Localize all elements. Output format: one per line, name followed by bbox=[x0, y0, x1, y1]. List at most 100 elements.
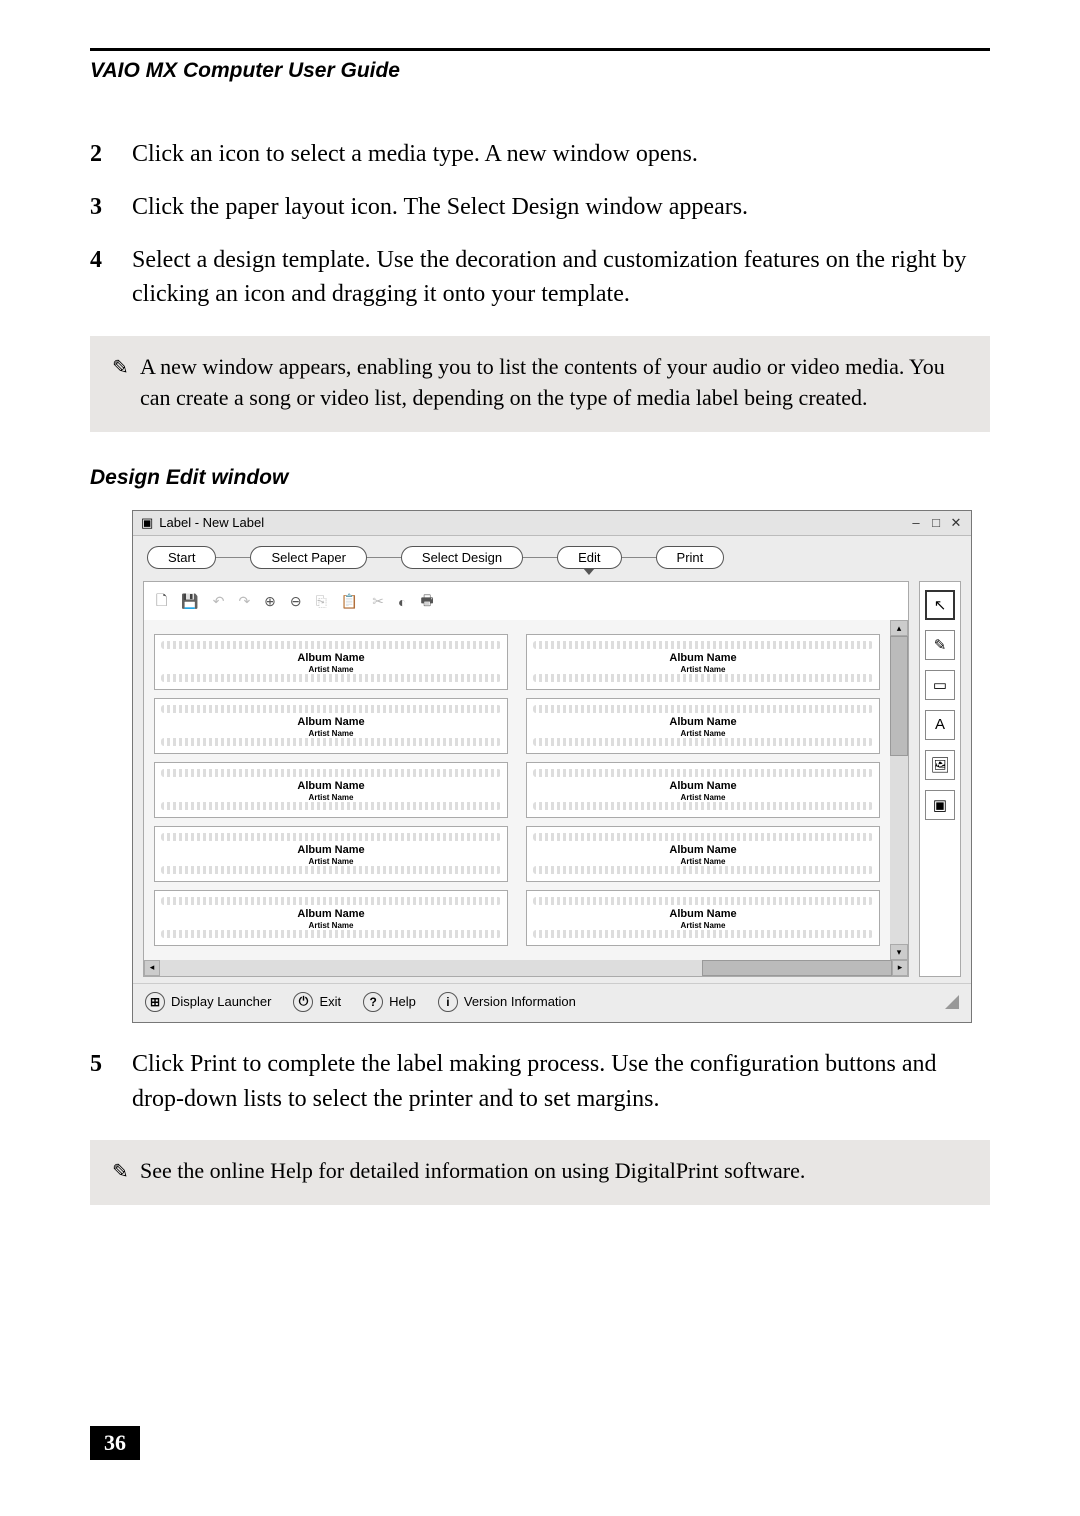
step-print[interactable]: Print bbox=[656, 546, 725, 569]
card-title: Album Name bbox=[533, 716, 873, 728]
card-title: Album Name bbox=[533, 844, 873, 856]
card-title: Album Name bbox=[533, 652, 873, 664]
card-subtitle: Artist Name bbox=[533, 857, 873, 866]
step-num: 3 bbox=[90, 190, 132, 225]
stamp-tool[interactable]: ▣ bbox=[925, 790, 955, 820]
decoration-icon bbox=[161, 674, 501, 682]
paste-icon[interactable]: 📋 bbox=[341, 593, 358, 610]
decoration-icon bbox=[161, 769, 501, 777]
note-icon: ✎ bbox=[112, 1156, 140, 1187]
print-icon[interactable]: 🖶 bbox=[420, 590, 433, 614]
step-start[interactable]: Start bbox=[147, 546, 216, 569]
step-num: 4 bbox=[90, 243, 132, 313]
zoom-in-icon[interactable]: ⊕ bbox=[264, 593, 276, 610]
vertical-scrollbar[interactable]: ▴ ▾ bbox=[890, 620, 908, 960]
window-footer: ⊞ Display Launcher ⏻ Exit ? Help i Versi… bbox=[133, 983, 971, 1022]
label-template-card[interactable]: Album NameArtist Name bbox=[526, 826, 880, 882]
wizard-steps: Start Select Paper Select Design Edit Pr… bbox=[133, 536, 971, 581]
display-launcher-button[interactable]: ⊞ Display Launcher bbox=[145, 992, 271, 1012]
label-template-card[interactable]: Album NameArtist Name bbox=[154, 890, 508, 946]
label-template-card[interactable]: Album NameArtist Name bbox=[526, 890, 880, 946]
pen-tool[interactable]: ✎ bbox=[925, 630, 955, 660]
undo-icon[interactable]: ↶ bbox=[213, 593, 225, 610]
minimize-button[interactable]: – bbox=[909, 515, 923, 531]
scroll-thumb[interactable] bbox=[890, 636, 908, 756]
card-subtitle: Artist Name bbox=[161, 729, 501, 738]
tool-palette: ↖ ✎ ▭ A 🖼 ▣ bbox=[919, 581, 961, 977]
app-icon: ▣ bbox=[141, 515, 153, 531]
copy-icon[interactable]: ⎘ bbox=[316, 593, 327, 610]
scroll-thumb[interactable] bbox=[702, 960, 892, 976]
decoration-icon bbox=[533, 930, 873, 938]
image-tool[interactable]: 🖼 bbox=[925, 750, 955, 780]
window-titlebar: ▣ Label - New Label – □ ✕ bbox=[133, 511, 971, 536]
exit-icon: ⏻ bbox=[293, 992, 313, 1012]
label-template-card[interactable]: Album NameArtist Name bbox=[154, 826, 508, 882]
window-title: Label - New Label bbox=[159, 515, 264, 530]
design-canvas[interactable]: Album NameArtist NameAlbum NameArtist Na… bbox=[144, 620, 890, 960]
version-label: Version Information bbox=[464, 994, 576, 1009]
resize-grip-icon[interactable] bbox=[945, 995, 959, 1009]
version-info-button[interactable]: i Version Information bbox=[438, 992, 576, 1012]
decoration-icon bbox=[161, 897, 501, 905]
canvas-panel: 🗋 💾 ↶ ↷ ⊕ ⊖ ⎘ 📋 ✂ ◐ 🖶 Album NameArtist N… bbox=[143, 581, 909, 977]
decoration-icon bbox=[533, 802, 873, 810]
step-edit[interactable]: Edit bbox=[557, 546, 621, 569]
maximize-button[interactable]: □ bbox=[929, 515, 943, 531]
card-title: Album Name bbox=[533, 908, 873, 920]
zoom-out-icon[interactable]: ⊖ bbox=[290, 593, 302, 610]
card-subtitle: Artist Name bbox=[533, 665, 873, 674]
new-icon[interactable]: 🗋 bbox=[156, 590, 167, 614]
cut-icon[interactable]: ✂ bbox=[372, 593, 384, 610]
scroll-right-icon[interactable]: ▸ bbox=[892, 960, 908, 976]
label-template-card[interactable]: Album NameArtist Name bbox=[526, 698, 880, 754]
step-text: Click Print to complete the label making… bbox=[132, 1047, 990, 1117]
scroll-up-icon[interactable]: ▴ bbox=[890, 620, 908, 636]
card-subtitle: Artist Name bbox=[161, 665, 501, 674]
step-select-design[interactable]: Select Design bbox=[401, 546, 523, 569]
decoration-icon bbox=[161, 930, 501, 938]
help-button[interactable]: ? Help bbox=[363, 992, 416, 1012]
label-template-card[interactable]: Album NameArtist Name bbox=[526, 762, 880, 818]
scroll-down-icon[interactable]: ▾ bbox=[890, 944, 908, 960]
close-button[interactable]: ✕ bbox=[949, 515, 963, 531]
card-subtitle: Artist Name bbox=[161, 921, 501, 930]
note-box: ✎ A new window appears, enabling you to … bbox=[90, 336, 990, 432]
card-title: Album Name bbox=[161, 716, 501, 728]
step-num: 2 bbox=[90, 137, 132, 172]
pointer-tool[interactable]: ↖ bbox=[925, 590, 955, 620]
step-text: Click the paper layout icon. The Select … bbox=[132, 190, 990, 225]
label-template-card[interactable]: Album NameArtist Name bbox=[154, 634, 508, 690]
text-tool[interactable]: A bbox=[925, 710, 955, 740]
horizontal-scrollbar[interactable]: ◂ ▸ bbox=[144, 960, 908, 976]
rectangle-tool[interactable]: ▭ bbox=[925, 670, 955, 700]
exit-button[interactable]: ⏻ Exit bbox=[293, 992, 341, 1012]
card-title: Album Name bbox=[533, 780, 873, 792]
step-select-paper[interactable]: Select Paper bbox=[250, 546, 366, 569]
card-title: Album Name bbox=[161, 652, 501, 664]
decoration-icon bbox=[161, 833, 501, 841]
note-text: See the online Help for detailed informa… bbox=[140, 1156, 968, 1187]
label-template-card[interactable]: Album NameArtist Name bbox=[526, 634, 880, 690]
decoration-icon bbox=[161, 705, 501, 713]
label-template-card[interactable]: Album NameArtist Name bbox=[154, 762, 508, 818]
card-title: Album Name bbox=[161, 780, 501, 792]
exit-label: Exit bbox=[319, 994, 341, 1009]
launcher-label: Display Launcher bbox=[171, 994, 271, 1009]
save-icon[interactable]: 💾 bbox=[181, 593, 198, 610]
decoration-icon bbox=[161, 866, 501, 874]
note-box: ✎ See the online Help for detailed infor… bbox=[90, 1140, 990, 1205]
decoration-icon bbox=[533, 866, 873, 874]
connector bbox=[523, 557, 557, 558]
redo-icon[interactable]: ↷ bbox=[238, 593, 250, 610]
card-subtitle: Artist Name bbox=[161, 793, 501, 802]
contrast-icon[interactable]: ◐ bbox=[398, 594, 406, 610]
note-text: A new window appears, enabling you to li… bbox=[140, 352, 968, 414]
steps-before: 2 Click an icon to select a media type. … bbox=[90, 137, 990, 312]
scroll-left-icon[interactable]: ◂ bbox=[144, 960, 160, 976]
label-template-card[interactable]: Album NameArtist Name bbox=[154, 698, 508, 754]
design-edit-window: ▣ Label - New Label – □ ✕ Start Select P… bbox=[132, 510, 972, 1023]
card-subtitle: Artist Name bbox=[533, 921, 873, 930]
note-icon: ✎ bbox=[112, 352, 140, 414]
card-title: Album Name bbox=[161, 908, 501, 920]
